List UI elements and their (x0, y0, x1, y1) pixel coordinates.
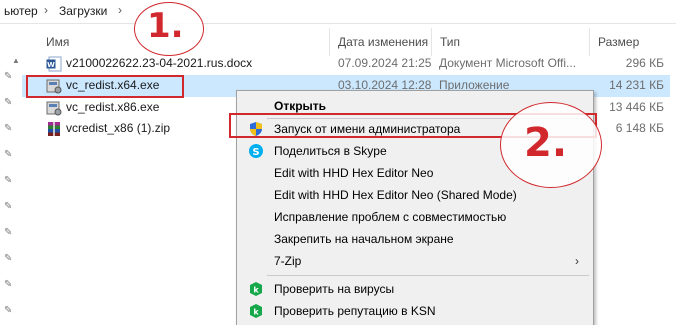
file-date: 07.09.2024 21:25 (338, 56, 432, 70)
skype-icon: S (248, 143, 264, 159)
menu-item-compatibility-troubleshoot[interactable]: Исправление проблем с совместимостью (237, 206, 593, 228)
annotation-step1-label: 1. (147, 6, 184, 46)
pin-icon[interactable]: ✎ (4, 176, 13, 186)
installer-exe-icon (46, 100, 62, 116)
menu-item-virus-scan[interactable]: k Проверить на вирусы (237, 278, 593, 300)
menu-item-label: Закрепить на начальном экране (274, 232, 454, 246)
breadcrumb-item-downloads[interactable]: Загрузки (59, 4, 107, 18)
pin-icon[interactable]: ✎ (4, 72, 13, 82)
menu-item-label: Проверить репутацию в KSN (274, 304, 436, 318)
menu-item-label: Edit with HHD Hex Editor Neo (Shared Mod… (274, 188, 517, 202)
submenu-arrow-icon: › (575, 254, 579, 268)
pin-icon[interactable]: ✎ (4, 280, 13, 290)
column-header-type[interactable]: Тип (432, 28, 590, 56)
address-breadcrumb: ьютер › Загрузки › (0, 0, 676, 24)
svg-text:S: S (252, 147, 259, 158)
pin-icon[interactable]: ✎ (4, 254, 13, 264)
menu-item-label: Проверить на вирусы (274, 282, 395, 296)
navigation-pane: ▲ ✎ ✎ ✎ ✎ ✎ ✎ ✎ ✎ ✎ ✎ (0, 24, 20, 325)
word-doc-icon: W (46, 56, 62, 72)
breadcrumb-chevron-icon[interactable]: › (44, 3, 48, 17)
column-header-date[interactable]: Дата изменения (330, 28, 432, 56)
file-type: Документ Microsoft Offi... (439, 56, 577, 70)
kaspersky-icon: k (248, 281, 264, 297)
menu-item-label: Открыть (274, 99, 327, 113)
file-name: v2100022622.23-04-2021.rus.docx (66, 56, 253, 70)
menu-item-ksn-reputation[interactable]: k Проверить репутацию в KSN (237, 300, 593, 322)
menu-item-label: Исправление проблем с совместимостью (274, 210, 507, 224)
annotation-step2-label: 2. (524, 120, 568, 166)
menu-item-label: Edit with HHD Hex Editor Neo (274, 166, 434, 180)
kaspersky-icon: k (248, 303, 264, 319)
menu-item-label: 7-Zip (274, 254, 302, 268)
menu-item-label: Поделиться в Skype (274, 144, 387, 158)
menu-separator (267, 275, 589, 276)
pin-icon[interactable]: ✎ (4, 98, 13, 108)
menu-item-7zip[interactable]: 7-Zip › (237, 250, 593, 272)
zip-archive-icon (46, 121, 62, 137)
pin-icon[interactable]: ✎ (4, 228, 13, 238)
pin-icon[interactable]: ✎ (4, 306, 13, 316)
scroll-up-icon[interactable]: ▲ (12, 56, 20, 66)
svg-text:k: k (253, 308, 259, 317)
pin-icon[interactable]: ✎ (4, 202, 13, 212)
menu-item-hex-editor-shared[interactable]: Edit with HHD Hex Editor Neo (Shared Mod… (237, 184, 593, 206)
svg-text:W: W (47, 61, 55, 69)
svg-text:k: k (253, 286, 259, 295)
breadcrumb-chevron-icon[interactable]: › (118, 3, 122, 17)
vertical-scrollbar[interactable] (670, 56, 676, 325)
file-row[interactable]: W v2100022622.23-04-2021.rus.docx 07.09.… (22, 53, 676, 75)
column-header-size[interactable]: Размер (590, 28, 676, 56)
menu-item-pin-to-start[interactable]: Закрепить на начальном экране (237, 228, 593, 250)
file-size: 296 КБ (625, 56, 664, 70)
file-size: 14 231 КБ (609, 78, 664, 92)
annotation-highlight-file (26, 75, 184, 98)
file-size: 6 148 КБ (615, 121, 664, 135)
file-size: 13 446 КБ (609, 100, 664, 114)
breadcrumb-item-computer[interactable]: ьютер (4, 4, 38, 18)
pin-icon[interactable]: ✎ (4, 150, 13, 160)
pin-icon[interactable]: ✎ (4, 124, 13, 134)
